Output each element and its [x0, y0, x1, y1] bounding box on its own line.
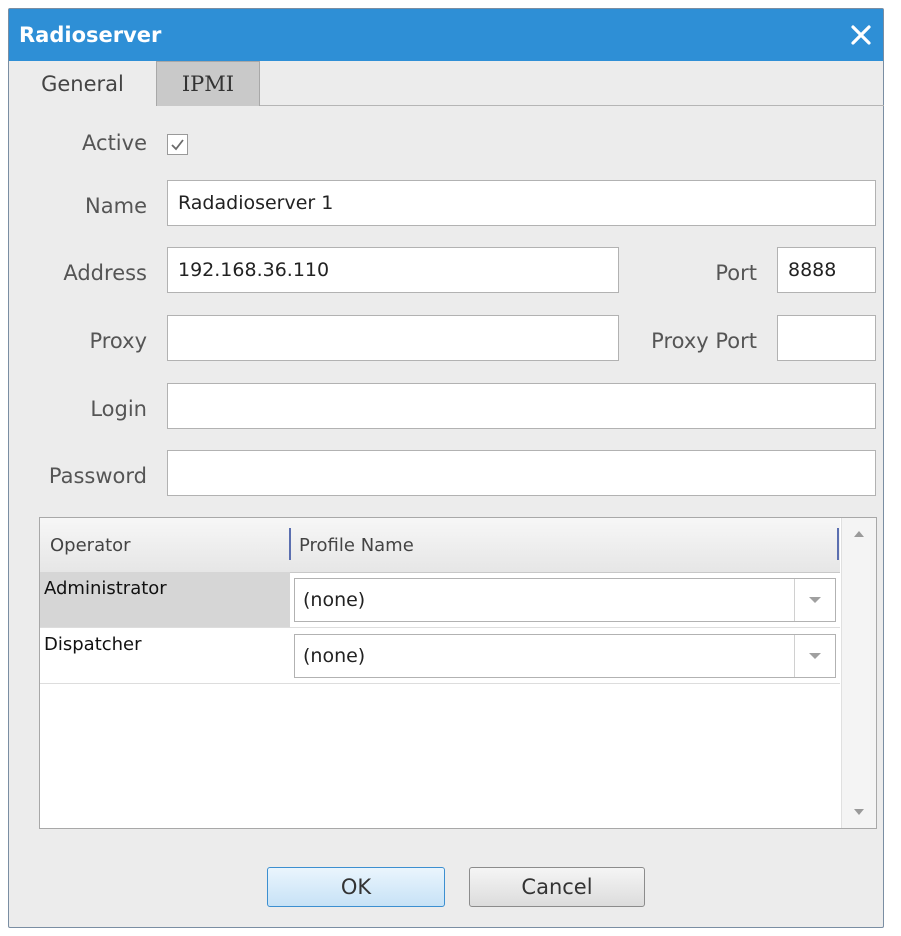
grid-header: Operator Profile Name [40, 518, 840, 573]
chevron-down-icon [809, 653, 821, 659]
column-separator[interactable] [837, 528, 839, 560]
scroll-up-icon[interactable] [853, 530, 865, 538]
profile-select[interactable]: (none) [294, 634, 836, 678]
ok-button[interactable]: OK [267, 867, 445, 907]
radioserver-dialog: Radioserver General IPMI Active Name Rad… [8, 8, 884, 928]
checkmark-icon [171, 139, 184, 151]
port-label: Port [715, 261, 757, 285]
profile-select-value: (none) [303, 589, 366, 611]
dropdown-button[interactable] [794, 635, 835, 677]
dropdown-button[interactable] [794, 579, 835, 621]
profile-select[interactable]: (none) [294, 578, 836, 622]
close-icon [851, 25, 871, 45]
password-field[interactable] [167, 450, 876, 496]
operator-profile-grid: Operator Profile Name Administrator (non… [39, 517, 877, 829]
tab-general[interactable]: General [9, 61, 156, 106]
close-button[interactable] [845, 19, 877, 51]
column-header-profile-name[interactable]: Profile Name [299, 518, 414, 572]
address-label: Address [63, 261, 147, 285]
proxy-port-label: Proxy Port [651, 329, 757, 353]
profile-select-value: (none) [303, 645, 366, 667]
chevron-down-icon [809, 597, 821, 603]
cancel-button[interactable]: Cancel [469, 867, 645, 907]
login-field[interactable] [167, 383, 876, 429]
tab-strip: General IPMI [9, 61, 883, 106]
proxy-port-field[interactable] [777, 315, 876, 361]
login-label: Login [90, 397, 147, 421]
tab-ipmi[interactable]: IPMI [156, 61, 260, 106]
column-separator[interactable] [289, 528, 291, 560]
column-header-operator[interactable]: Operator [50, 518, 131, 572]
password-label: Password [48, 464, 147, 488]
name-field[interactable]: Radadioserver 1 [167, 180, 876, 226]
operator-cell[interactable]: Dispatcher [40, 628, 290, 683]
vertical-scrollbar[interactable] [841, 518, 876, 828]
address-field[interactable]: 192.168.36.110 [167, 247, 619, 293]
port-field[interactable]: 8888 [777, 247, 876, 293]
active-checkbox[interactable] [167, 134, 188, 155]
table-row[interactable]: Dispatcher (none) [40, 628, 840, 684]
dialog-title: Radioserver [19, 23, 162, 47]
tab-divider [260, 105, 884, 106]
table-row[interactable]: Administrator (none) [40, 572, 840, 628]
active-label: Active [82, 131, 147, 155]
proxy-label: Proxy [89, 329, 147, 353]
name-label: Name [85, 194, 147, 218]
proxy-field[interactable] [167, 315, 619, 361]
title-bar: Radioserver [9, 9, 883, 61]
operator-cell[interactable]: Administrator [40, 572, 290, 627]
scroll-down-icon[interactable] [853, 808, 865, 816]
